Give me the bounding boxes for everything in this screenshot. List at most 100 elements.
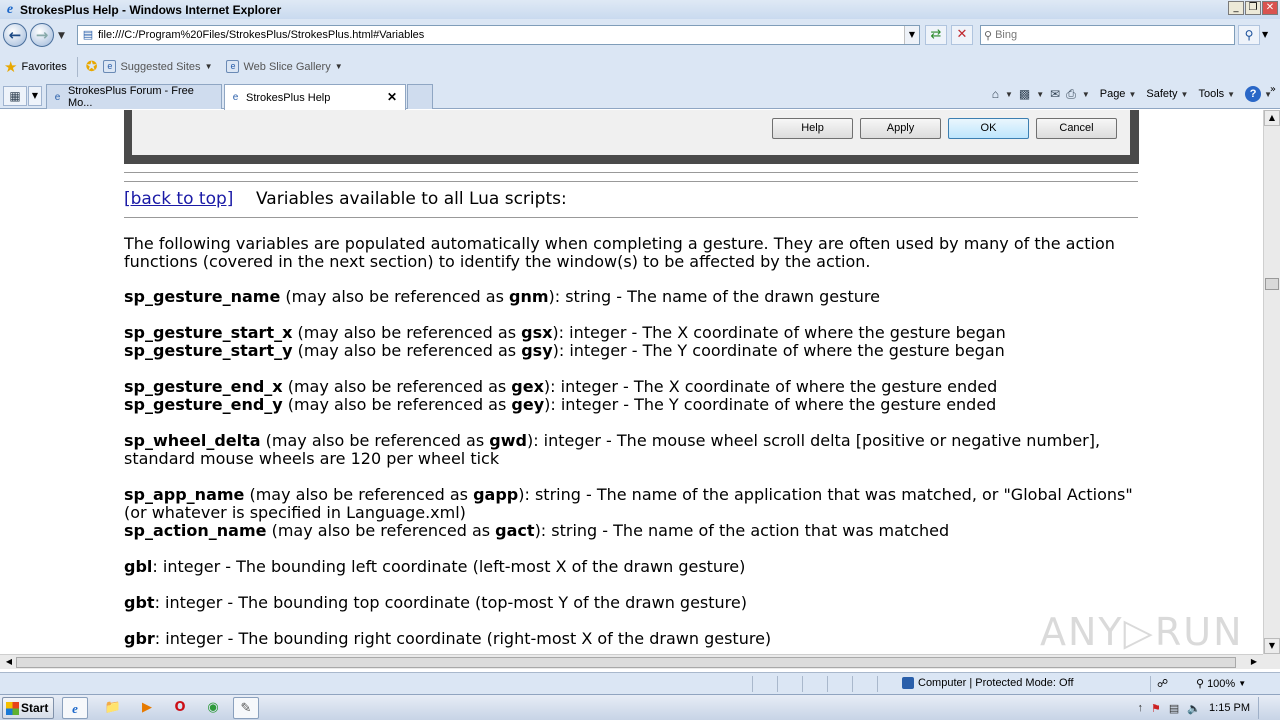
bing-icon: ⚲ bbox=[984, 28, 993, 42]
minimize-button[interactable]: _ bbox=[1228, 1, 1244, 15]
chevron-down-icon[interactable]: ▼ bbox=[1005, 90, 1013, 99]
tray-expand-icon[interactable]: ↑ bbox=[1138, 702, 1144, 714]
web-slice-gallery-label: Web Slice Gallery bbox=[243, 60, 331, 73]
security-zone[interactable]: Computer | Protected Mode: Off bbox=[902, 677, 1074, 689]
taskbar-opera-icon[interactable]: O bbox=[167, 697, 193, 719]
maximize-button[interactable]: ❐ bbox=[1245, 1, 1261, 15]
variable-entry: sp_app_name (may also be referenced as g… bbox=[124, 486, 1139, 522]
tray-flag-icon[interactable]: ⚑ bbox=[1151, 702, 1161, 715]
chevron-down-icon: ▼ bbox=[1180, 89, 1189, 99]
dialog-apply-button[interactable]: Apply bbox=[860, 118, 941, 139]
scroll-down-icon[interactable]: ▼ bbox=[1264, 638, 1280, 654]
tab-close-icon[interactable]: ✕ bbox=[387, 90, 397, 104]
mail-icon[interactable]: ✉ bbox=[1050, 87, 1060, 101]
ie-page-icon: e bbox=[226, 60, 240, 73]
variable-description: ): integer - The X coordinate of where t… bbox=[552, 323, 1006, 342]
taskbar-ie-icon[interactable]: e bbox=[62, 697, 88, 719]
dialog-ok-button[interactable]: OK bbox=[948, 118, 1029, 139]
computer-icon bbox=[902, 677, 914, 689]
ie-page-icon: e bbox=[54, 91, 61, 103]
feeds-icon[interactable]: ▩ bbox=[1019, 87, 1030, 101]
suggested-sites-item[interactable]: e Suggested Sites ▼ bbox=[103, 60, 212, 73]
status-segment bbox=[827, 676, 828, 692]
tray-volume-icon[interactable]: 🔈 bbox=[1187, 702, 1201, 715]
start-label: Start bbox=[21, 701, 49, 715]
address-bar[interactable]: ▤ file:///C:/Program%20Files/StrokesPlus… bbox=[77, 25, 920, 45]
search-dropdown-icon[interactable]: ▼ bbox=[1262, 30, 1268, 39]
variable-alias-prefix: (may also be referenced as bbox=[280, 287, 509, 306]
search-icon[interactable]: ⚲ bbox=[1238, 25, 1260, 45]
print-icon[interactable]: ⎙ bbox=[1066, 87, 1076, 102]
favorites-button[interactable]: Favorites bbox=[21, 61, 66, 73]
variable-entry: gbr: integer - The bounding right coordi… bbox=[124, 630, 1139, 648]
taskbar-explorer-icon[interactable]: 📁 bbox=[100, 697, 126, 719]
chevron-down-icon[interactable]: ▼ bbox=[1082, 90, 1090, 99]
scroll-thumb[interactable] bbox=[1265, 278, 1279, 290]
variable-alias-prefix: (may also be referenced as bbox=[244, 485, 474, 504]
dialog-screenshot: Help Apply OK Cancel bbox=[124, 110, 1139, 164]
taskbar-chrome-icon[interactable]: ◉ bbox=[200, 697, 226, 719]
variable-description: ): string - The name of the drawn gestur… bbox=[548, 287, 880, 306]
home-icon[interactable]: ⌂ bbox=[992, 87, 999, 101]
tools-menu-button[interactable]: Tools ▼ bbox=[1198, 88, 1235, 100]
address-dropdown-icon[interactable]: ▼ bbox=[904, 26, 919, 44]
taskbar-media-player-icon[interactable]: ▶ bbox=[134, 697, 160, 719]
divider bbox=[124, 181, 1138, 182]
start-button[interactable]: Start bbox=[2, 697, 54, 719]
variable-alias-prefix: (may also be referenced as bbox=[282, 395, 512, 414]
tab-strokesplus-help[interactable]: e StrokesPlus Help ✕ bbox=[224, 84, 406, 110]
show-desktop-button[interactable] bbox=[1258, 697, 1272, 719]
quick-tabs-button[interactable]: ▦ bbox=[3, 86, 27, 106]
variable-alias: gex bbox=[511, 377, 544, 396]
dialog-cancel-button[interactable]: Cancel bbox=[1036, 118, 1117, 139]
scroll-right-icon[interactable]: ▶ bbox=[1247, 655, 1261, 669]
variable-entry: gbt: integer - The bounding top coordina… bbox=[124, 594, 1139, 612]
web-slice-gallery-item[interactable]: e Web Slice Gallery ▼ bbox=[226, 60, 343, 73]
clock[interactable]: 1:15 PM bbox=[1209, 702, 1250, 714]
refresh-button[interactable]: ⇄ bbox=[925, 25, 947, 45]
dialog-body: Help Apply OK Cancel bbox=[132, 110, 1130, 155]
variable-name: gbr bbox=[124, 629, 155, 648]
variable-alias: gsy bbox=[521, 341, 553, 360]
search-placeholder[interactable]: Bing bbox=[995, 29, 1017, 41]
new-tab-button[interactable] bbox=[407, 84, 433, 109]
scroll-left-icon[interactable]: ◀ bbox=[2, 655, 16, 669]
intro-paragraph: The following variables are populated au… bbox=[124, 234, 1115, 271]
tray-network-icon[interactable]: ▤ bbox=[1169, 702, 1179, 715]
protected-mode-icon[interactable]: ☍ bbox=[1157, 677, 1168, 690]
safety-menu-button[interactable]: Safety ▼ bbox=[1146, 88, 1188, 100]
dialog-help-button[interactable]: Help bbox=[772, 118, 853, 139]
scroll-up-icon[interactable]: ▲ bbox=[1264, 110, 1280, 126]
page-menu-button[interactable]: Page ▼ bbox=[1100, 88, 1137, 100]
horizontal-scrollbar[interactable]: ◀ ▶ bbox=[0, 654, 1263, 669]
tab-strokesplus-forum[interactable]: e StrokesPlus Forum - Free Mo... bbox=[46, 84, 222, 109]
forward-button[interactable]: → bbox=[30, 23, 54, 47]
back-to-top-link[interactable]: [back to top] bbox=[124, 189, 233, 209]
variable-entry: gbl: integer - The bounding left coordin… bbox=[124, 558, 1139, 576]
horizontal-scroll-thumb[interactable] bbox=[16, 657, 1236, 668]
help-menu-button[interactable]: ? ▼ bbox=[1245, 86, 1272, 102]
chevron-down-icon[interactable]: ▼ bbox=[1036, 90, 1044, 99]
address-row: ← → ▼ ▤ file:///C:/Program%20Files/Strok… bbox=[0, 19, 1280, 52]
toolbar-overflow-icon[interactable]: » bbox=[1270, 84, 1276, 95]
vertical-scrollbar[interactable]: ▲ ▼ bbox=[1263, 110, 1280, 654]
add-favorite-icon[interactable]: ✪ bbox=[86, 58, 98, 75]
variable-name: sp_gesture_end_y bbox=[124, 395, 283, 414]
variable-alias: gsx bbox=[521, 323, 553, 342]
search-box[interactable]: ⚲ Bing bbox=[980, 25, 1235, 45]
close-button[interactable]: ✕ bbox=[1262, 1, 1278, 15]
variable-entry: sp_gesture_name (may also be referenced … bbox=[124, 288, 1139, 306]
variable-alias: gact bbox=[495, 521, 535, 540]
history-dropdown-icon[interactable]: ▼ bbox=[58, 31, 65, 41]
status-segment bbox=[852, 676, 853, 692]
back-button[interactable]: ← bbox=[3, 23, 27, 47]
zoom-control[interactable]: ⚲ 100% ▼ bbox=[1196, 677, 1246, 691]
taskbar-strokesplus-icon[interactable]: ✎ bbox=[233, 697, 259, 719]
status-segment bbox=[1150, 676, 1151, 692]
favorites-star-icon[interactable]: ★ bbox=[4, 58, 17, 76]
address-url[interactable]: file:///C:/Program%20Files/StrokesPlus/S… bbox=[98, 29, 424, 41]
variable-description: : integer - The bounding left coordinate… bbox=[152, 557, 746, 576]
tab-list-button[interactable]: ▼ bbox=[28, 86, 42, 106]
variable-name: sp_gesture_name bbox=[124, 287, 281, 306]
stop-button[interactable]: ✕ bbox=[951, 25, 973, 45]
